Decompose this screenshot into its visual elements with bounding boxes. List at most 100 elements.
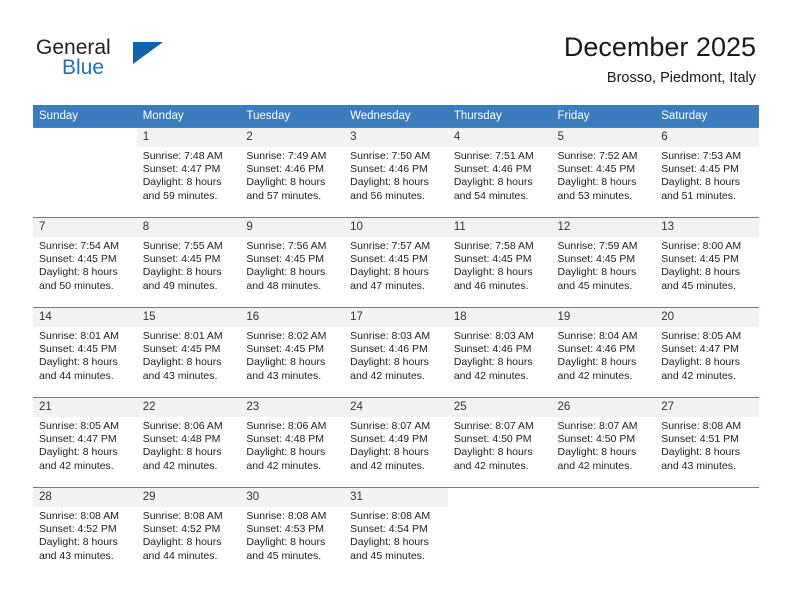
calendar-day-cell[interactable]: 6 Sunrise: 7:53 AM Sunset: 4:45 PM Daylight… <box>655 127 759 218</box>
calendar-day-cell[interactable]: 31 Sunrise: 8:08 AM Sunset: 4:54 PM Dayligh… <box>344 487 448 578</box>
day-daylight1-text: Daylight: 8 hours <box>39 536 118 549</box>
day-daylight1-text: Daylight: 8 hours <box>350 356 429 369</box>
brand-logo[interactable]: General Blue <box>36 36 256 86</box>
day-details: Sunrise: 7:55 AM Sunset: 4:45 PM Daylight:… <box>137 237 241 293</box>
weekday-header-sunday: Sunday <box>33 105 137 128</box>
calendar-day-cell[interactable]: 17 Sunrise: 8:03 AM Sunset: 4:46 PM Dayligh… <box>344 307 448 398</box>
day-sunrise-text: Sunrise: 7:56 AM <box>246 240 327 252</box>
calendar-day-cell[interactable]: 20 Sunrise: 8:05 AM Sunset: 4:47 PM Dayligh… <box>655 307 759 398</box>
calendar-day-cell[interactable]: 25 Sunrise: 8:07 AM Sunset: 4:50 PM Dayligh… <box>447 397 552 488</box>
day-daylight1-text: Daylight: 8 hours <box>557 446 637 459</box>
day-daylight2-text: and 43 minutes. <box>661 459 736 472</box>
calendar-day-cell[interactable]: 22 Sunrise: 8:06 AM Sunset: 4:48 PM Dayligh… <box>136 397 241 488</box>
day-number: 29 <box>136 488 241 507</box>
day-daylight2-text: and 43 minutes. <box>39 549 114 562</box>
day-daylight1-text: Daylight: 8 hours <box>453 356 533 369</box>
weekday-header-wednesday: Wednesday <box>344 105 448 128</box>
day-sunset-text: Sunset: 4:45 PM <box>557 163 636 176</box>
calendar-day-cell[interactable]: 3 Sunrise: 7:50 AM Sunset: 4:46 PM Daylight… <box>344 127 448 218</box>
calendar-day-cell[interactable]: 1 Sunrise: 7:48 AM Sunset: 4:47 PM Daylight… <box>136 127 241 218</box>
day-sunset-text: Sunset: 4:46 PM <box>453 343 532 356</box>
calendar-page: General Blue December 2025 Brosso, Piedm… <box>0 0 792 612</box>
calendar-day-cell[interactable]: 14 Sunrise: 8:01 AM Sunset: 4:45 PM Dayligh… <box>33 307 137 398</box>
day-number: 6 <box>655 128 759 147</box>
calendar-day-cell[interactable]: 7 Sunrise: 7:54 AM Sunset: 4:45 PM Daylight… <box>33 217 137 308</box>
day-sunrise-text: Sunrise: 7:55 AM <box>142 240 223 252</box>
day-details: Sunrise: 8:08 AM Sunset: 4:54 PM Daylight:… <box>344 507 448 563</box>
day-number: 26 <box>551 398 656 417</box>
calendar-day-cell[interactable]: 23 Sunrise: 8:06 AM Sunset: 4:48 PM Dayligh… <box>240 397 345 488</box>
calendar-day-cell[interactable]: 18 Sunrise: 8:03 AM Sunset: 4:46 PM Dayligh… <box>447 307 552 398</box>
day-details: Sunrise: 7:48 AM Sunset: 4:47 PM Daylight:… <box>137 147 241 203</box>
weekday-header-monday: Monday <box>136 105 241 128</box>
day-number: 18 <box>447 308 552 327</box>
calendar-day-cell[interactable]: 28 Sunrise: 8:08 AM Sunset: 4:52 PM Dayligh… <box>33 487 137 578</box>
calendar-week-row: 28 Sunrise: 8:08 AM Sunset: 4:52 PM Dayligh… <box>33 487 759 578</box>
calendar-day-cell[interactable]: 2 Sunrise: 7:49 AM Sunset: 4:46 PM Daylight… <box>240 127 345 218</box>
day-sunset-text: Sunset: 4:47 PM <box>39 433 117 446</box>
day-sunset-text: Sunset: 4:49 PM <box>350 433 428 446</box>
calendar-day-cell[interactable]: 9 Sunrise: 7:56 AM Sunset: 4:45 PM Daylight… <box>240 217 345 308</box>
calendar-cell-empty <box>551 487 656 578</box>
calendar-day-cell[interactable]: 12 Sunrise: 7:59 AM Sunset: 4:45 PM Dayligh… <box>551 217 656 308</box>
day-daylight2-text: and 51 minutes. <box>661 189 736 202</box>
day-daylight2-text: and 43 minutes. <box>246 369 322 382</box>
day-sunrise-text: Sunrise: 8:05 AM <box>661 330 742 342</box>
day-number: 9 <box>240 218 345 237</box>
calendar-day-cell[interactable]: 30 Sunrise: 8:08 AM Sunset: 4:53 PM Dayligh… <box>240 487 345 578</box>
calendar-day-cell[interactable]: 15 Sunrise: 8:01 AM Sunset: 4:45 PM Dayligh… <box>136 307 241 398</box>
day-number: 3 <box>344 128 448 147</box>
day-number: 5 <box>551 128 656 147</box>
calendar-grid: Sunday Monday Tuesday Wednesday Thursday Frid… <box>33 105 759 578</box>
day-sunrise-text: Sunrise: 8:08 AM <box>39 510 119 522</box>
calendar-day-cell[interactable]: 24 Sunrise: 8:07 AM Sunset: 4:49 PM Dayligh… <box>344 397 448 488</box>
day-sunset-text: Sunset: 4:45 PM <box>246 253 325 266</box>
day-sunrise-text: Sunrise: 8:07 AM <box>557 420 638 432</box>
calendar-day-cell[interactable]: 19 Sunrise: 8:04 AM Sunset: 4:46 PM Dayligh… <box>551 307 656 398</box>
day-details: Sunrise: 7:52 AM Sunset: 4:45 PM Daylight:… <box>552 147 656 203</box>
calendar-day-cell[interactable]: 10 Sunrise: 7:57 AM Sunset: 4:45 PM Dayligh… <box>344 217 448 308</box>
day-details: Sunrise: 8:07 AM Sunset: 4:49 PM Daylight:… <box>344 417 448 473</box>
day-sunrise-text: Sunrise: 8:02 AM <box>246 330 327 342</box>
day-daylight1-text: Daylight: 8 hours <box>350 446 429 459</box>
calendar-day-cell[interactable]: 13 Sunrise: 8:00 AM Sunset: 4:45 PM Dayligh… <box>655 217 759 308</box>
calendar-day-cell[interactable]: 5 Sunrise: 7:52 AM Sunset: 4:45 PM Daylight… <box>551 127 656 218</box>
day-sunrise-text: Sunrise: 8:07 AM <box>350 420 431 432</box>
day-sunset-text: Sunset: 4:50 PM <box>453 433 532 446</box>
calendar-day-cell[interactable]: 16 Sunrise: 8:02 AM Sunset: 4:45 PM Dayligh… <box>240 307 345 398</box>
day-sunrise-text: Sunrise: 8:08 AM <box>661 420 742 432</box>
day-daylight2-text: and 43 minutes. <box>142 369 218 382</box>
day-daylight2-text: and 45 minutes. <box>557 279 633 292</box>
day-number: 31 <box>344 488 448 507</box>
calendar-day-cell[interactable]: 21 Sunrise: 8:05 AM Sunset: 4:47 PM Dayligh… <box>33 397 137 488</box>
day-details: Sunrise: 8:01 AM Sunset: 4:45 PM Daylight:… <box>33 327 137 383</box>
calendar-week-row: 14 Sunrise: 8:01 AM Sunset: 4:45 PM Dayligh… <box>33 307 759 398</box>
day-details: Sunrise: 7:59 AM Sunset: 4:45 PM Daylight:… <box>552 237 656 293</box>
day-sunrise-text: Sunrise: 8:03 AM <box>350 330 431 342</box>
day-details: Sunrise: 8:03 AM Sunset: 4:46 PM Daylight:… <box>344 327 448 383</box>
calendar-day-cell[interactable]: 26 Sunrise: 8:07 AM Sunset: 4:50 PM Dayligh… <box>551 397 656 488</box>
day-sunrise-text: Sunrise: 7:48 AM <box>142 150 223 162</box>
day-sunrise-text: Sunrise: 8:08 AM <box>350 510 431 522</box>
calendar-day-cell[interactable]: 4 Sunrise: 7:51 AM Sunset: 4:46 PM Daylight… <box>447 127 552 218</box>
day-details: Sunrise: 7:51 AM Sunset: 4:46 PM Daylight:… <box>448 147 552 203</box>
calendar-day-cell[interactable]: 27 Sunrise: 8:08 AM Sunset: 4:51 PM Dayligh… <box>655 397 759 488</box>
calendar-day-cell[interactable]: 8 Sunrise: 7:55 AM Sunset: 4:45 PM Daylight… <box>136 217 241 308</box>
day-number: 7 <box>33 218 137 237</box>
day-daylight1-text: Daylight: 8 hours <box>39 266 118 279</box>
day-number: 27 <box>655 398 759 417</box>
day-sunset-text: Sunset: 4:45 PM <box>661 253 739 266</box>
day-daylight1-text: Daylight: 8 hours <box>350 176 429 189</box>
day-sunrise-text: Sunrise: 8:04 AM <box>557 330 638 342</box>
triangle-logo-icon <box>133 42 163 64</box>
day-sunrise-text: Sunrise: 7:50 AM <box>350 150 431 162</box>
day-details: Sunrise: 7:57 AM Sunset: 4:45 PM Daylight:… <box>344 237 448 293</box>
day-sunrise-text: Sunrise: 7:59 AM <box>557 240 638 252</box>
calendar-day-cell[interactable]: 11 Sunrise: 7:58 AM Sunset: 4:45 PM Dayligh… <box>447 217 552 308</box>
calendar-day-cell[interactable]: 29 Sunrise: 8:08 AM Sunset: 4:52 PM Dayligh… <box>136 487 241 578</box>
day-sunset-text: Sunset: 4:52 PM <box>39 523 117 536</box>
day-sunset-text: Sunset: 4:46 PM <box>350 343 428 356</box>
day-daylight2-text: and 49 minutes. <box>142 279 218 292</box>
day-daylight1-text: Daylight: 8 hours <box>142 536 222 549</box>
day-details: Sunrise: 7:54 AM Sunset: 4:45 PM Daylight:… <box>33 237 137 293</box>
